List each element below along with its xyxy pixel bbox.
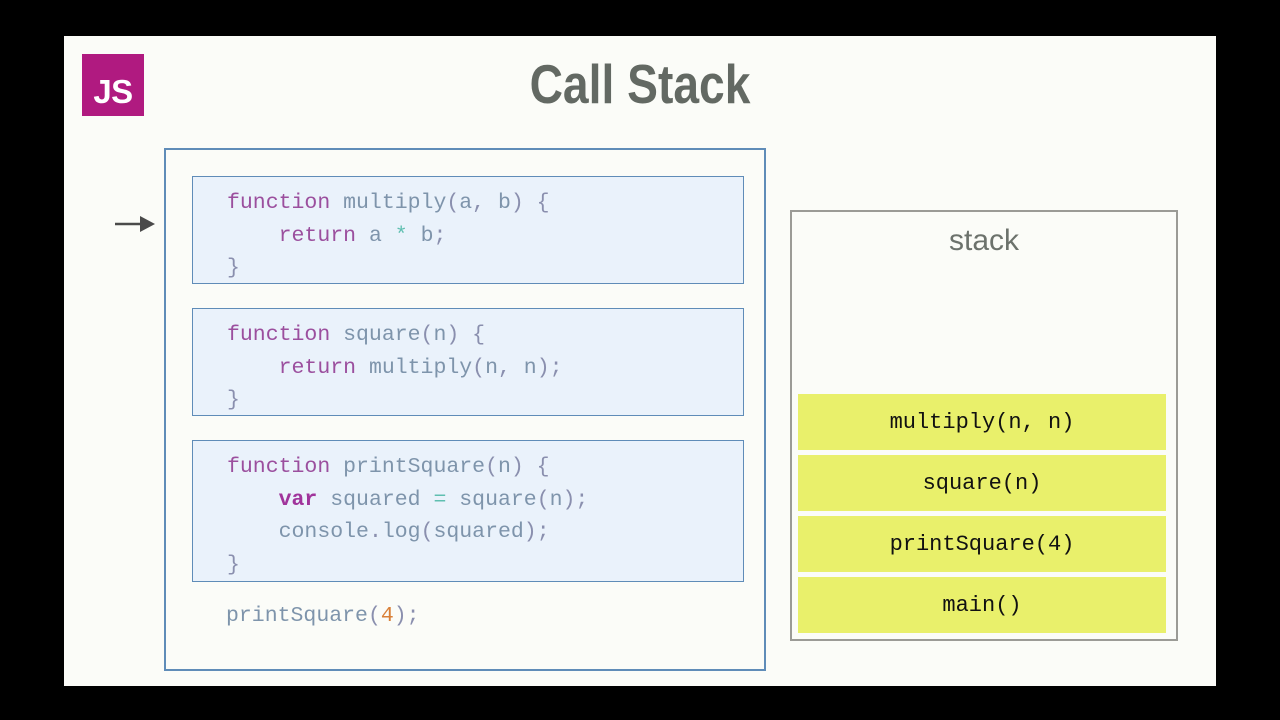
code-token: ); — [562, 487, 589, 512]
code-line-1-2: } — [193, 384, 743, 417]
code-token: log — [381, 520, 421, 544]
code-token: multiply — [343, 191, 447, 215]
code-token: ( — [472, 355, 486, 380]
code-panel: function multiply(a, b) { return a * b;}… — [164, 148, 766, 671]
call-stack-title: stack — [948, 224, 1020, 257]
code-token: n — [523, 355, 537, 380]
code-line-0-0: function multiply(a, b) { — [193, 187, 743, 220]
code-token: ( — [367, 604, 381, 628]
code-token: ( — [420, 323, 434, 347]
right-arrow-icon — [115, 216, 155, 232]
code-token: ( — [485, 455, 498, 479]
code-token: printSquare — [226, 604, 368, 628]
call-stack-frame-label: main() — [942, 592, 1022, 618]
code-token: , — [497, 355, 524, 380]
code-token: ); — [523, 520, 550, 544]
code-token: 4 — [380, 604, 394, 628]
code-token: multiply — [368, 355, 473, 380]
code-token: } — [227, 256, 240, 280]
code-token: b — [497, 191, 511, 215]
code-block-square: function square(n) { return multiply(n, … — [192, 308, 744, 416]
code-token: ) { — [510, 191, 550, 215]
code-line-0-2: } — [193, 252, 743, 285]
code-token: ) { — [446, 323, 486, 347]
code-token: n — [433, 323, 447, 347]
code-token: square — [343, 323, 421, 347]
call-stack-frame: main() — [798, 577, 1166, 633]
code-token: } — [227, 388, 240, 412]
code-token: ); — [393, 604, 420, 628]
code-line-2-3: } — [193, 549, 743, 582]
code-token: n — [497, 455, 511, 479]
call-stack-frame: multiply(n, n) — [798, 394, 1166, 450]
code-line-2-0: function printSquare(n) { — [193, 451, 743, 484]
code-line-1-1: return multiply(n, n); — [193, 352, 743, 385]
code-token: square — [459, 487, 537, 512]
code-block-printsquare: function printSquare(n) { var squared = … — [192, 440, 744, 582]
code-token: return — [278, 223, 357, 248]
code-token: printSquare — [343, 455, 486, 479]
code-token: n — [549, 487, 563, 512]
code-token: function — [227, 455, 331, 479]
code-token: * — [394, 223, 408, 248]
code-token: function — [227, 191, 331, 215]
code-token: ); — [536, 355, 563, 380]
page-title: Call Stack — [529, 53, 751, 115]
code-token: ( — [446, 191, 460, 215]
code-token: a — [368, 223, 382, 248]
code-line-0-1: return a * b; — [193, 220, 743, 253]
javascript-logo: JS — [82, 54, 144, 116]
call-stack-frame-list: multiply(n, n) square(n) printSquare(4) mai… — [798, 394, 1166, 633]
code-token: console — [278, 520, 369, 544]
call-stack-frame-label: printSquare(4) — [889, 531, 1075, 557]
code-line-2-1: var squared = square(n); — [193, 484, 743, 517]
code-token: ) { — [510, 455, 550, 479]
code-token: ( — [536, 487, 550, 512]
code-token: function — [227, 323, 331, 347]
code-token: a — [459, 191, 473, 215]
call-stack-panel: stack multiply(n, n) square(n) printSquare… — [790, 210, 1178, 641]
code-token: ; — [433, 223, 447, 248]
code-token: squared — [433, 520, 524, 544]
code-line-invocation: printSquare(4); — [192, 600, 744, 633]
code-token: . — [368, 520, 382, 544]
slide-canvas: JS Call Stack function multiply(a, b) { … — [64, 36, 1216, 686]
code-token: n — [485, 355, 498, 380]
code-token: return — [278, 355, 357, 380]
javascript-logo-label: JS — [93, 73, 133, 110]
code-line-1-0: function square(n) { — [193, 319, 743, 352]
code-token: , — [472, 191, 498, 215]
code-token: var — [278, 487, 318, 512]
call-stack-frame: square(n) — [798, 455, 1166, 511]
call-stack-frame-label: multiply(n, n) — [889, 409, 1075, 435]
code-token: ( — [420, 520, 434, 544]
code-token: squared — [330, 487, 421, 512]
call-stack-frame: printSquare(4) — [798, 516, 1166, 572]
code-token: = — [433, 487, 447, 512]
code-token: } — [227, 552, 240, 577]
call-stack-frame-label: square(n) — [922, 470, 1042, 496]
code-line-2-2: console.log(squared); — [193, 516, 743, 549]
code-token: b — [420, 223, 434, 248]
code-invocation-line: printSquare(4); — [192, 600, 744, 633]
code-block-multiply: function multiply(a, b) { return a * b;} — [192, 176, 744, 284]
